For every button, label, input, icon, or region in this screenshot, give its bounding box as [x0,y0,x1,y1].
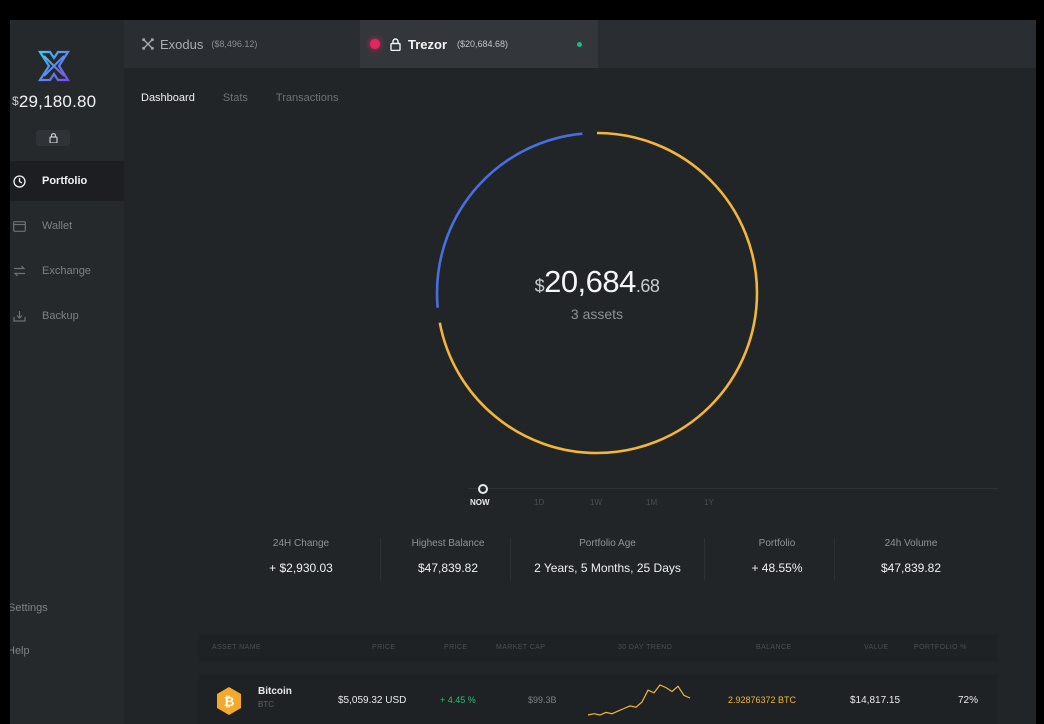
tab-transactions[interactable]: Transactions [276,92,339,104]
stat-24h-volume: 24h Volume $47,839.82 [844,538,978,575]
asset-balance: 2.92876372 BTC [728,695,797,705]
tab-dashboard[interactable]: Dashboard [141,92,195,104]
wallet-name: Exodus [160,36,204,52]
range-now[interactable]: NOW [470,498,490,507]
sidebar: $29,180.80 Portfolio Wallet Exchange Bac… [10,20,124,724]
table-row[interactable]: ₿ Bitcoin BTC $5,059.32 USD + 4.45 % $99… [198,674,998,724]
screen-frame-left [0,0,10,724]
column-header[interactable]: BALANCE [756,644,791,651]
backup-icon [12,309,26,323]
screen-frame-top [0,0,1044,20]
portfolio-stats: 24H Change + $2,930.03 Highest Balance $… [220,538,1000,598]
timeline-now-handle[interactable] [478,484,488,494]
stat-value: + 48.55% [751,561,803,575]
range-1d[interactable]: 1D [534,498,544,507]
stat-portfolio-change: Portfolio + 48.55% [714,538,840,575]
range-1m[interactable]: 1M [646,498,657,507]
column-header[interactable]: ASSET NAME [212,644,261,651]
column-header[interactable]: VALUE [864,644,888,651]
column-header[interactable]: MARKET CAP [496,644,545,651]
column-header[interactable]: PRICE [444,644,467,651]
sidebar-item-backup[interactable]: Backup [10,296,124,336]
stat-label: 24h Volume [884,538,938,549]
exchange-icon [12,264,26,278]
recording-dot-icon [370,39,380,49]
column-header[interactable]: PORTFOLIO % [914,644,967,651]
asset-30day-trend-sparkline [587,684,691,716]
total-balance: $29,180.80 [12,92,97,111]
stat-divider [510,538,511,580]
wallet-switcher-bar: Exodus ($8,496.12) Trezor ($20,684.68) [124,20,1036,68]
wallet-tab-trezor[interactable]: Trezor ($20,684.68) [360,20,598,68]
stat-label: Portfolio Age [579,538,636,549]
stat-value: 2 Years, 5 Months, 25 Days [534,561,681,575]
asset-price-change: + 4.45 % [440,695,476,705]
stat-divider [704,538,705,580]
asset-ticker: BTC [258,700,274,709]
wallet-name: Trezor [408,36,448,52]
sidebar-item-label: Backup [42,310,79,322]
stat-value: $47,839.82 [880,561,942,575]
exodus-icon [142,38,154,50]
timeline-track [468,488,998,489]
stat-value: + $2,930.03 [269,561,333,575]
portfolio-total: $20,684.68 3 assets [434,130,760,456]
lock-icon [48,133,58,143]
bitcoin-icon: ₿ [217,687,241,715]
wallet-icon [12,219,26,233]
asset-value: $14,817.15 [850,695,901,706]
stat-label: Portfolio [758,538,796,549]
sidebar-item-label: Wallet [42,220,73,232]
column-header[interactable]: PRICE [372,644,395,651]
asset-market-cap: $99.3B [528,695,557,705]
stat-value: $47,839.82 [417,561,479,575]
connected-status-dot [577,42,582,47]
sidebar-item-label: Portfolio [42,175,88,187]
exodus-app-window: $29,180.80 Portfolio Wallet Exchange Bac… [10,20,1036,724]
portfolio-balance: $20,684.68 [534,264,660,299]
asset-portfolio-percent: 72% [958,695,979,706]
assets-count: 3 assets [570,306,624,322]
stat-portfolio-age: Portfolio Age 2 Years, 5 Months, 25 Days [520,538,695,575]
tab-stats[interactable]: Stats [223,92,248,104]
exodus-logo-icon [37,50,71,82]
sidebar-item-label: Exchange [42,265,91,277]
asset-price: $5,059.32 USD [338,695,407,706]
stat-highest-balance: Highest Balance $47,839.82 [378,538,518,575]
sidebar-item-portfolio[interactable]: Portfolio [10,161,124,201]
lock-icon [390,37,401,51]
sidebar-item-settings[interactable]: Settings [10,602,48,614]
wallet-tab-exodus[interactable]: Exodus ($8,496.12) [124,20,360,68]
wallet-balance: ($20,684.68) [457,39,509,49]
range-1w[interactable]: 1W [590,498,602,507]
asset-name: Bitcoin [258,686,292,697]
lock-button[interactable] [36,130,70,146]
svg-text:₿: ₿ [224,695,235,710]
screen-frame-right [1036,0,1044,724]
wallet-balance: ($8,496.12) [211,39,258,49]
column-header[interactable]: 30 DAY TREND [618,644,672,651]
sidebar-item-exchange[interactable]: Exchange [10,251,124,291]
sidebar-item-wallet[interactable]: Wallet [10,206,124,246]
stat-label: 24H Change [272,538,330,549]
clock-icon [12,174,26,188]
dashboard-tabs: Dashboard Stats Transactions [141,92,338,104]
stat-divider [834,538,835,580]
asset-table-header: ASSET NAME PRICE PRICE MARKET CAP 30 DAY… [198,634,998,662]
stat-label: Highest Balance [411,538,485,549]
stat-24h-change: 24H Change + $2,930.03 [236,538,366,575]
range-1y[interactable]: 1Y [704,498,714,507]
sidebar-item-help[interactable]: Help [10,645,30,657]
